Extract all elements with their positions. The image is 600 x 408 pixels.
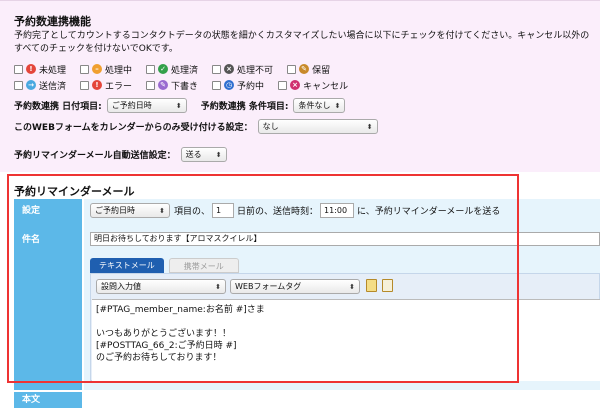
reservation-section-title: 予約数連携機能 [14, 15, 91, 28]
select-arrow-icon: ⬍ [175, 101, 182, 110]
status-label: 予約中 [237, 81, 265, 92]
body-line: のご予約お待ちしております！ [96, 353, 222, 363]
setting-row: ご予約日時 ⬍ 項目の、 1 日前の、送信時刻： 11:00 に、予約リマインダー… [84, 199, 600, 228]
unprocessed-icon: ! [26, 64, 36, 74]
checkbox[interactable] [14, 80, 23, 90]
form-tag-select[interactable]: WEBフォームタグ ⬍ [230, 279, 360, 294]
calendar-only-value: なし [262, 122, 279, 131]
calendar-only-label: このWEBフォームをカレンダーからのみ受け付ける設定： [14, 123, 253, 133]
pencil-icon: ✎ [299, 64, 310, 74]
text-send: に、予約リマインダーメールを送る [357, 207, 501, 217]
status-label: 処理中 [105, 65, 133, 76]
text-item-of: 項目の、 [174, 207, 211, 217]
reminder-item-value: ご予約日時 [95, 206, 135, 215]
mail-type-tabs: テキストメール 携帯メール [90, 258, 239, 273]
status-checkbox-row-1: ! 未処理 – 処理中 ✓ 処理済 × 処理不可 ✎ 保留 [14, 62, 344, 76]
status-label: 下書き [171, 81, 199, 92]
checkbox[interactable] [146, 64, 156, 74]
tab-mobile-mail[interactable]: 携帯メール [168, 258, 239, 273]
unprocessable-icon: × [224, 64, 235, 74]
draft-icon: ✎ [158, 80, 169, 90]
status-label: 保留 [312, 65, 331, 76]
processed-icon: ✓ [158, 64, 169, 74]
checkbox[interactable] [287, 64, 297, 74]
status-checkbox-processing[interactable]: – 処理中 [80, 63, 132, 76]
status-checkbox-unprocessable[interactable]: × 処理不可 [212, 63, 273, 76]
reservation-description: 予約完了としてカウントするコンタクトデータの状態を細かくカスタマイズしたい場合に… [14, 31, 590, 54]
subject-input[interactable]: 明日お待ちしております【アロマスクイレル】 [90, 232, 600, 246]
body-line [96, 316, 596, 328]
condition-item-label: 予約数連携 条件項目: [200, 102, 289, 112]
select-arrow-icon: ⬍ [159, 206, 165, 215]
status-checkbox-sent[interactable]: → 送信済 [14, 79, 66, 92]
reservation-settings-panel: 予約数連携機能 予約完了としてカウントするコンタクトデータの状態を細かくカスタマ… [0, 0, 600, 172]
subject-row: 明日お待ちしております【アロマスクイレル】 [84, 228, 600, 254]
subject-label: 件名 [14, 228, 82, 254]
status-label: 未処理 [39, 65, 67, 76]
status-checkbox-reserved[interactable]: ◷ 予約中 [212, 79, 264, 92]
calendar-only-row: このWEBフォームをカレンダーからのみ受け付ける設定： なし ⬍ [14, 119, 378, 134]
checkbox[interactable] [278, 80, 288, 90]
insert-field-select[interactable]: 設問入力値 ⬍ [96, 279, 226, 294]
processing-icon: – [92, 64, 103, 74]
tab-text-mail[interactable]: テキストメール [90, 258, 164, 273]
body-label: 本文 [14, 392, 82, 408]
checkbox[interactable] [212, 80, 222, 90]
text-days-before: 日前の、送信時刻： [237, 207, 319, 217]
status-checkbox-processed[interactable]: ✓ 処理済 [146, 63, 198, 76]
reminder-section-title: 予約リマインダーメール [14, 185, 135, 198]
body-line: [#POSTTAG_66_2:ご予約日時 #] [96, 341, 237, 351]
date-item-select[interactable]: ご予約日時 ⬍ [106, 98, 187, 113]
clock-icon: ◷ [224, 80, 235, 90]
status-checkbox-on-hold[interactable]: ✎ 保留 [287, 63, 330, 76]
body-line: いつもありがとうございます！！ [96, 329, 232, 339]
select-arrow-icon: ⬍ [334, 101, 341, 110]
days-input[interactable]: 1 [212, 203, 235, 218]
status-checkbox-row-2: → 送信済 ! エラー ✎ 下書き ◷ 予約中 × キャンセル [14, 78, 362, 92]
status-checkbox-error[interactable]: ! エラー [80, 79, 132, 92]
checkbox[interactable] [212, 64, 222, 74]
select-arrow-icon: ⬍ [215, 282, 221, 291]
body-label-cell [14, 254, 82, 390]
setting-controls: ご予約日時 ⬍ 項目の、 1 日前の、送信時刻： 11:00 に、予約リマインダー… [90, 203, 500, 218]
date-condition-row: 予約数連携 日付項目: ご予約日時 ⬍ 予約数連携 条件項目: 条件なし ⬍ [14, 98, 346, 113]
select-arrow-icon: ⬍ [366, 122, 373, 131]
mail-body-textarea[interactable]: [#PTAG_member_name:お名前 #]さま いつもありがとうございま… [92, 299, 600, 381]
status-label: キャンセル [303, 81, 349, 92]
status-checkbox-draft[interactable]: ✎ 下書き [146, 79, 198, 92]
condition-item-select[interactable]: 条件なし ⬍ [293, 98, 346, 113]
status-label: 処理不可 [237, 65, 274, 76]
status-label: エラー [105, 81, 133, 92]
reminder-item-select[interactable]: ご予約日時 ⬍ [90, 203, 170, 218]
form-tag-value: WEBフォームタグ [235, 282, 302, 291]
setting-label: 設定 [14, 199, 82, 228]
status-label: 処理済 [171, 65, 199, 76]
select-arrow-icon: ⬍ [215, 150, 222, 159]
checkbox[interactable] [14, 64, 23, 74]
error-icon: ! [92, 80, 103, 90]
condition-item-value: 条件なし [298, 101, 331, 110]
time-input[interactable]: 11:00 [320, 203, 355, 218]
status-label: 送信済 [39, 81, 67, 92]
auto-reminder-label: 予約リマインダーメール自動送信設定： [14, 151, 176, 161]
auto-reminder-row: 予約リマインダーメール自動送信設定： 送る ⬍ [14, 147, 227, 162]
paste-icon[interactable] [366, 279, 377, 292]
status-checkbox-unprocessed[interactable]: ! 未処理 [14, 63, 66, 76]
checkbox[interactable] [80, 80, 90, 90]
date-item-label: 予約数連携 日付項目: [14, 102, 102, 112]
auto-reminder-value: 送る [185, 150, 202, 159]
date-item-value: ご予約日時 [111, 101, 152, 110]
calendar-only-select[interactable]: なし ⬍ [257, 119, 378, 134]
sent-icon: → [26, 80, 36, 90]
document-icon[interactable] [382, 279, 393, 292]
status-checkbox-cancel[interactable]: × キャンセル [278, 79, 348, 92]
cancel-icon: × [290, 80, 301, 90]
checkbox[interactable] [146, 80, 156, 90]
auto-reminder-select[interactable]: 送る ⬍ [180, 147, 227, 162]
checkbox[interactable] [80, 64, 90, 74]
select-arrow-icon: ⬍ [349, 282, 355, 291]
body-line: [#PTAG_member_name:お名前 #]さま [96, 305, 265, 315]
mail-body-editor: 設問入力値 ⬍ WEBフォームタグ ⬍ [#PTAG_member_name:お名前… [90, 273, 600, 381]
insert-field-value: 設問入力値 [101, 282, 141, 291]
